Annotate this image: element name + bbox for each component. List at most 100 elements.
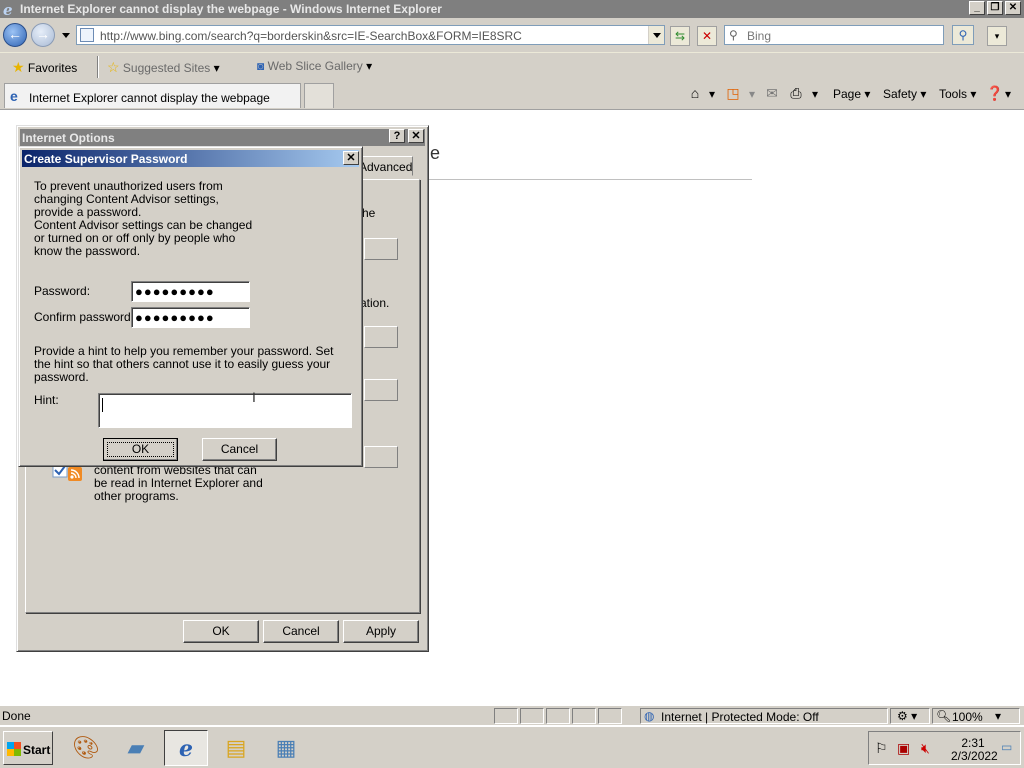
new-tab-button[interactable] bbox=[304, 83, 334, 108]
status-text: Done bbox=[2, 709, 31, 723]
web-slice-gallery-button[interactable]: ◙ Web Slice Gallery ▾ bbox=[257, 59, 372, 73]
window-title: Internet Explorer cannot display the web… bbox=[20, 2, 442, 16]
tools-menu[interactable]: Tools ▾ bbox=[939, 87, 976, 101]
address-bar[interactable]: http://www.bing.com/search?q=borderskin&… bbox=[76, 25, 665, 45]
search-options-button[interactable]: ▾ bbox=[987, 26, 1007, 46]
tab-bar: e Internet Explorer cannot display the w… bbox=[0, 80, 1024, 110]
divider bbox=[420, 179, 752, 180]
internet-explorer-taskbar-icon[interactable]: e bbox=[164, 730, 208, 766]
settings-button[interactable] bbox=[364, 446, 398, 468]
favorites-button[interactable]: ★ Favorites bbox=[12, 59, 77, 76]
mail-icon[interactable]: ✉ bbox=[763, 85, 781, 103]
zoom-level: 100% bbox=[952, 710, 983, 724]
start-button[interactable]: Start bbox=[3, 731, 53, 765]
start-label: Start bbox=[23, 743, 51, 757]
star-icon: ★ bbox=[12, 59, 25, 75]
network-icon[interactable]: ▣ bbox=[897, 740, 910, 757]
status-cell bbox=[520, 708, 544, 724]
forward-button[interactable]: → bbox=[31, 23, 55, 47]
ie-tab-icon: e bbox=[10, 88, 18, 104]
notification-area: ⚐ ▣ 🔇︎ 2:31 2/3/2022 ▭ bbox=[868, 731, 1021, 765]
intro-text-1: To prevent unauthorized users from chang… bbox=[34, 179, 223, 219]
refresh-button[interactable]: ⇆ bbox=[670, 26, 690, 46]
volume-icon[interactable]: 🔇︎ bbox=[921, 740, 930, 757]
feeds-dropdown[interactable]: ▾ bbox=[749, 87, 755, 101]
help-button[interactable]: ? bbox=[389, 129, 405, 143]
ie-icon: e bbox=[3, 1, 13, 17]
favorites-label: Favorites bbox=[27, 61, 78, 75]
clock[interactable]: 2:31 2/3/2022 bbox=[951, 737, 998, 763]
close-icon[interactable]: ✕ bbox=[343, 151, 359, 165]
cancel-button[interactable]: Cancel bbox=[263, 620, 339, 643]
cancel-button[interactable]: Cancel bbox=[202, 438, 277, 461]
safety-menu[interactable]: Safety ▾ bbox=[883, 87, 926, 101]
settings-button[interactable] bbox=[364, 379, 398, 401]
search-button[interactable]: ⚲ bbox=[952, 25, 974, 45]
search-placeholder: Bing bbox=[747, 29, 772, 43]
page-menu[interactable]: Page ▾ bbox=[833, 87, 870, 101]
restore-button[interactable]: ❐ bbox=[987, 1, 1003, 15]
internet-options-title-bar[interactable]: Internet Options bbox=[20, 129, 425, 146]
suggested-sites-label: Suggested Sites bbox=[122, 61, 211, 75]
help-icon[interactable]: ❓ bbox=[986, 85, 1004, 103]
paint-icon[interactable]: 🎨︎ bbox=[64, 730, 108, 766]
print-icon[interactable]: ⎙ bbox=[787, 85, 805, 103]
flag-icon[interactable]: ⚐ bbox=[875, 740, 888, 757]
password-label: Password: bbox=[34, 284, 91, 298]
home-icon[interactable]: ⌂ bbox=[686, 85, 704, 103]
zone-text: Internet | Protected Mode: Off bbox=[661, 710, 819, 724]
stop-button[interactable]: ✕ bbox=[697, 26, 717, 46]
print-dropdown[interactable]: ▾ bbox=[812, 87, 818, 101]
apply-button[interactable]: Apply bbox=[343, 620, 419, 643]
minimize-button[interactable]: _ bbox=[969, 1, 985, 15]
tab-active[interactable]: e Internet Explorer cannot display the w… bbox=[4, 83, 301, 108]
search-box[interactable]: ⚲ Bing bbox=[724, 25, 944, 45]
globe-icon: ◍ bbox=[644, 709, 655, 723]
server-manager-icon[interactable]: ▰ bbox=[114, 730, 158, 766]
recent-pages-dropdown-icon[interactable] bbox=[62, 33, 70, 38]
status-cell bbox=[572, 708, 596, 724]
web-slice-label: Web Slice Gallery bbox=[267, 59, 363, 73]
svg-text:e: e bbox=[3, 1, 13, 17]
zoom-dropdown-icon: ▾ bbox=[995, 709, 1002, 723]
ok-button[interactable]: OK bbox=[183, 620, 259, 643]
confirm-password-label: Confirm password: bbox=[34, 310, 135, 324]
page-menu-label: Page bbox=[833, 87, 862, 101]
feeds-icon[interactable]: ◳ bbox=[724, 85, 742, 103]
confirm-password-field[interactable]: ●●●●●●●●● bbox=[131, 307, 250, 328]
home-dropdown[interactable]: ▾ bbox=[709, 87, 715, 101]
zoom-control[interactable]: 🔍︎ 100% ▾ bbox=[932, 708, 1020, 724]
control-panel-icon[interactable]: ▦ bbox=[264, 730, 308, 766]
show-desktop-icon[interactable]: ▭ bbox=[1001, 740, 1012, 754]
close-icon[interactable]: ✕ bbox=[408, 129, 424, 143]
page-icon bbox=[80, 28, 94, 42]
chevron-down-icon bbox=[653, 33, 661, 38]
password-field[interactable]: ●●●●●●●●● bbox=[131, 281, 250, 302]
hint-field[interactable] bbox=[98, 393, 352, 428]
settings-button[interactable] bbox=[364, 238, 398, 260]
create-supervisor-password-dialog: Create Supervisor Password ✕ To prevent … bbox=[18, 146, 363, 467]
supervisor-dialog-title: Create Supervisor Password bbox=[24, 152, 188, 166]
settings-button[interactable] bbox=[364, 326, 398, 348]
window-title-bar[interactable]: e Internet Explorer cannot display the w… bbox=[0, 0, 1024, 18]
back-button[interactable]: ← bbox=[3, 23, 27, 47]
text-fragment: ation. bbox=[360, 296, 390, 310]
supervisor-dialog-title-bar[interactable]: Create Supervisor Password bbox=[22, 150, 359, 167]
web-slice-icon: ◙ bbox=[257, 59, 265, 73]
address-dropdown-button[interactable] bbox=[648, 26, 664, 44]
forward-arrow-icon: → bbox=[36, 26, 50, 42]
add-favorite-icon: ☆ bbox=[107, 59, 120, 75]
address-url[interactable]: http://www.bing.com/search?q=borderskin&… bbox=[100, 29, 522, 43]
windows-explorer-icon[interactable]: ▤ bbox=[214, 730, 258, 766]
text-fragment: he bbox=[362, 206, 376, 220]
search-provider-icon: ⚲ bbox=[729, 28, 738, 42]
feeds-description: content from websites that can be read i… bbox=[94, 463, 263, 503]
close-window-button[interactable]: ✕ bbox=[1005, 1, 1021, 15]
security-status-cell[interactable]: ⚙ ▾ bbox=[890, 708, 930, 724]
zone-cell[interactable]: ◍ Internet | Protected Mode: Off bbox=[640, 708, 888, 724]
suggested-sites-button[interactable]: ☆ Suggested Sites ▾ bbox=[107, 59, 220, 76]
ok-button[interactable]: OK bbox=[103, 438, 178, 461]
help-dropdown[interactable]: ▾ bbox=[1005, 87, 1011, 101]
separator bbox=[97, 56, 99, 78]
status-bar: Done ◍ Internet | Protected Mode: Off ⚙ … bbox=[0, 705, 1024, 725]
